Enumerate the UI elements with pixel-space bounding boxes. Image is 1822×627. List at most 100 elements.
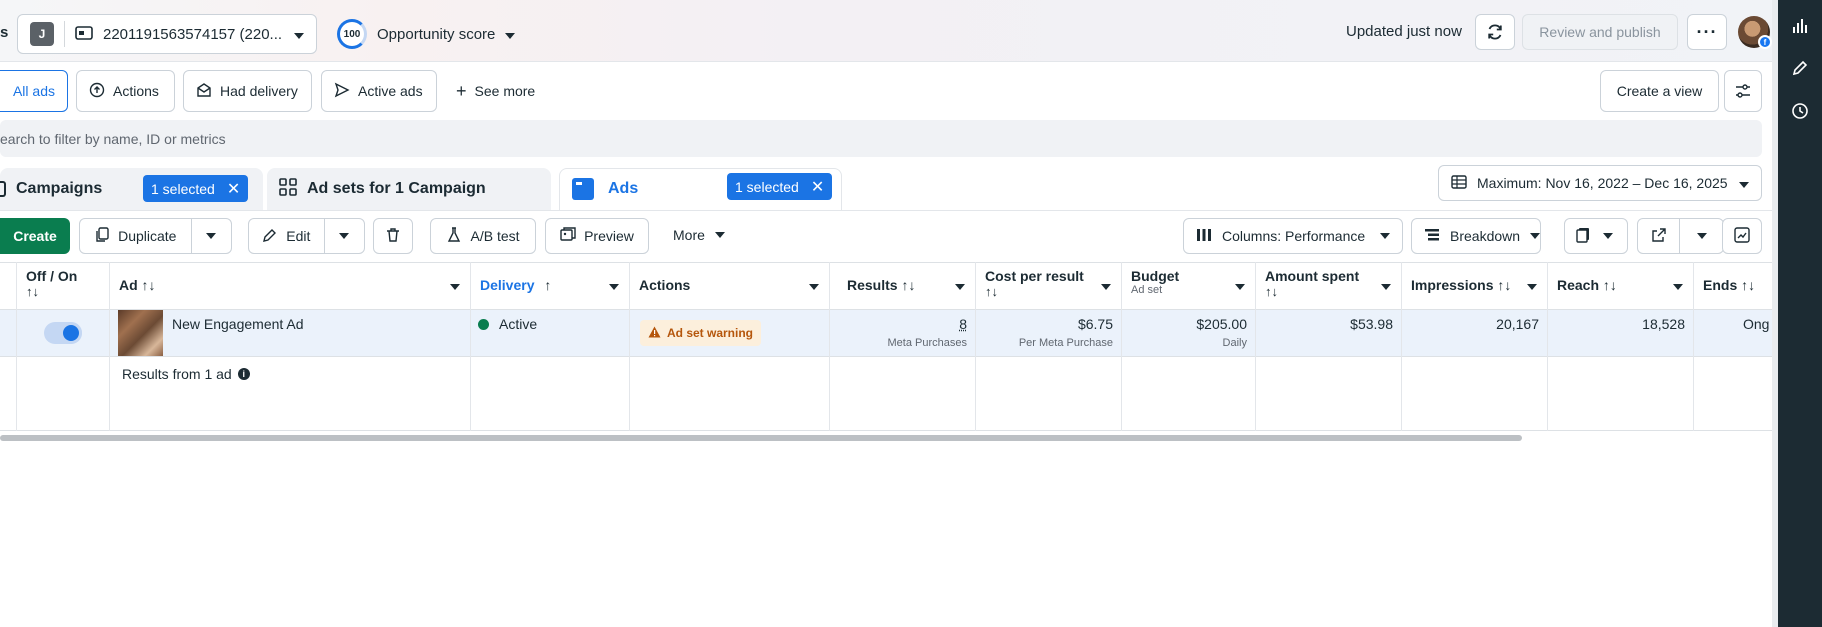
view-settings-button[interactable] bbox=[1724, 70, 1762, 112]
ad-name-link[interactable]: New Engagement Ad bbox=[172, 316, 304, 332]
header-ad-label: Ad ↑↓ bbox=[119, 277, 156, 293]
impressions-value: 20,167 bbox=[1496, 316, 1539, 332]
close-icon[interactable]: ✕ bbox=[811, 177, 824, 197]
copy-icon bbox=[94, 226, 110, 246]
ad-thumbnail[interactable] bbox=[118, 310, 163, 356]
results-summary: Results from 1 ad i bbox=[122, 366, 250, 382]
tab-ad-sets[interactable]: Ad sets for 1 Campaign bbox=[279, 168, 486, 210]
budget-value[interactable]: $205.00 bbox=[1121, 316, 1247, 332]
edit-dropdown[interactable] bbox=[325, 219, 364, 253]
ab-test-label: A/B test bbox=[470, 228, 520, 244]
header-impressions-label: Impressions ↑↓ bbox=[1411, 277, 1512, 293]
sliders-icon bbox=[1736, 84, 1750, 98]
export-button[interactable] bbox=[1638, 219, 1679, 253]
more-actions-menu[interactable]: More bbox=[673, 227, 725, 243]
chevron-down-icon bbox=[1101, 284, 1111, 290]
create-view-button[interactable]: Create a view bbox=[1600, 70, 1719, 112]
header-budget[interactable]: Budget Ad set bbox=[1121, 262, 1255, 310]
reports-dropdown[interactable] bbox=[1564, 218, 1628, 254]
chevron-down-icon bbox=[609, 284, 619, 290]
chevron-down-icon bbox=[206, 233, 217, 239]
edit-button[interactable]: Edit bbox=[249, 219, 324, 253]
delivery-status-label: Active bbox=[499, 316, 538, 332]
account-name: 2201191563574157 (220... bbox=[103, 25, 283, 43]
tab-campaigns[interactable]: Campaigns bbox=[0, 168, 102, 210]
see-more-button[interactable]: + See more bbox=[456, 82, 535, 100]
envelope-open-icon bbox=[196, 82, 212, 101]
tab-ads[interactable]: Ads bbox=[572, 168, 638, 210]
table-summary-row bbox=[0, 357, 1772, 431]
preview-button[interactable]: Preview bbox=[545, 218, 649, 254]
tab-ad-sets-label: Ad sets for 1 Campaign bbox=[307, 180, 486, 197]
ab-test-button[interactable]: A/B test bbox=[430, 218, 536, 254]
charts-button[interactable] bbox=[1722, 218, 1762, 254]
duplicate-dropdown[interactable] bbox=[192, 219, 231, 253]
delete-button[interactable] bbox=[373, 218, 413, 254]
header-budget-label: Budget bbox=[1131, 268, 1180, 284]
header-reach[interactable]: Reach ↑↓ bbox=[1547, 262, 1693, 310]
breakdown-dropdown[interactable]: Breakdown bbox=[1411, 218, 1541, 254]
edit-label: Edit bbox=[286, 228, 311, 244]
header-actions[interactable]: Actions bbox=[629, 262, 829, 310]
header-delivery[interactable]: Delivery ↑ bbox=[470, 262, 629, 310]
more-options-button[interactable]: ··· bbox=[1687, 14, 1727, 50]
ads-selected-label: 1 selected bbox=[735, 178, 799, 195]
results-value[interactable]: 8 bbox=[829, 316, 967, 332]
results-subtitle: Meta Purchases bbox=[887, 337, 967, 349]
header-off-on[interactable]: Off / On ↑↓ bbox=[16, 262, 109, 310]
opportunity-score-ring: 100 bbox=[337, 19, 367, 49]
header-results[interactable]: Results ↑↓ bbox=[829, 262, 975, 310]
pencil-icon[interactable] bbox=[1788, 56, 1812, 80]
tab-actions[interactable]: Actions bbox=[76, 70, 175, 112]
chevron-down-icon bbox=[339, 233, 350, 239]
breakdown-label: Breakdown bbox=[1450, 228, 1521, 244]
header-results-label: Results ↑↓ bbox=[847, 277, 916, 293]
duplicate-label: Duplicate bbox=[118, 228, 177, 244]
breadcrumb-tail[interactable]: s bbox=[0, 24, 8, 41]
header-ad[interactable]: Ad ↑↓ bbox=[109, 262, 470, 310]
search-input[interactable]: earch to filter by name, ID or metrics bbox=[0, 120, 1762, 157]
close-icon[interactable]: ✕ bbox=[227, 179, 240, 199]
header-amount-spent[interactable]: Amount spent ↑↓ bbox=[1255, 262, 1401, 310]
reach-value: 18,528 bbox=[1642, 316, 1685, 332]
tab-had-delivery[interactable]: Had delivery bbox=[183, 70, 312, 112]
date-range-label: Maximum: Nov 16, 2022 – Dec 16, 2025 bbox=[1477, 175, 1728, 191]
header-cost-per-result[interactable]: Cost per result ↑↓ bbox=[975, 262, 1121, 310]
ads-selected-badge[interactable]: 1 selected ✕ bbox=[727, 173, 833, 200]
account-avatar: J bbox=[30, 22, 54, 46]
header-reach-label: Reach ↑↓ bbox=[1557, 277, 1617, 293]
duplicate-button[interactable]: Duplicate bbox=[80, 219, 191, 253]
info-icon[interactable]: i bbox=[237, 368, 250, 380]
calendar-table-icon bbox=[1451, 174, 1467, 193]
budget-subtitle: Daily bbox=[1222, 337, 1247, 349]
ad-set-warning-badge[interactable]: Ad set warning bbox=[640, 320, 762, 346]
export-dropdown[interactable] bbox=[1680, 219, 1723, 253]
export-icon bbox=[1651, 227, 1667, 246]
date-range-picker[interactable]: Maximum: Nov 16, 2022 – Dec 16, 2025 bbox=[1438, 165, 1762, 201]
header-impressions[interactable]: Impressions ↑↓ bbox=[1401, 262, 1547, 310]
columns-icon bbox=[1196, 228, 1212, 245]
updated-status: Updated just now bbox=[1346, 23, 1462, 40]
ad-on-off-toggle[interactable] bbox=[44, 322, 82, 344]
refresh-button[interactable] bbox=[1475, 14, 1515, 50]
horizontal-scrollbar[interactable] bbox=[0, 435, 1522, 441]
chevron-down-icon bbox=[1527, 284, 1537, 290]
header-ends[interactable]: Ends ↑↓ bbox=[1693, 262, 1772, 310]
chart-bars-icon[interactable] bbox=[1788, 14, 1812, 38]
columns-dropdown[interactable]: Columns: Performance bbox=[1183, 218, 1403, 254]
create-button[interactable]: Create bbox=[0, 218, 70, 254]
tab-active-ads[interactable]: Active ads bbox=[321, 70, 437, 112]
line-chart-icon bbox=[1734, 226, 1750, 246]
history-clock-icon[interactable] bbox=[1788, 99, 1812, 123]
results-summary-label: Results from 1 ad bbox=[122, 366, 232, 382]
tab-ads-label: Ads bbox=[608, 180, 639, 197]
opportunity-score[interactable]: 100 Opportunity score bbox=[337, 19, 516, 49]
delivery-status: Active bbox=[478, 316, 537, 332]
campaigns-selected-badge[interactable]: 1 selected ✕ bbox=[143, 175, 249, 202]
account-selector[interactable]: J 2201191563574157 (220... bbox=[17, 14, 317, 54]
tab-all-ads[interactable]: All ads bbox=[0, 70, 68, 112]
chevron-down-icon bbox=[809, 284, 819, 290]
review-publish-button[interactable]: Review and publish bbox=[1522, 14, 1678, 50]
tab-active-ads-label: Active ads bbox=[358, 83, 423, 99]
chevron-down-icon bbox=[1380, 233, 1390, 239]
